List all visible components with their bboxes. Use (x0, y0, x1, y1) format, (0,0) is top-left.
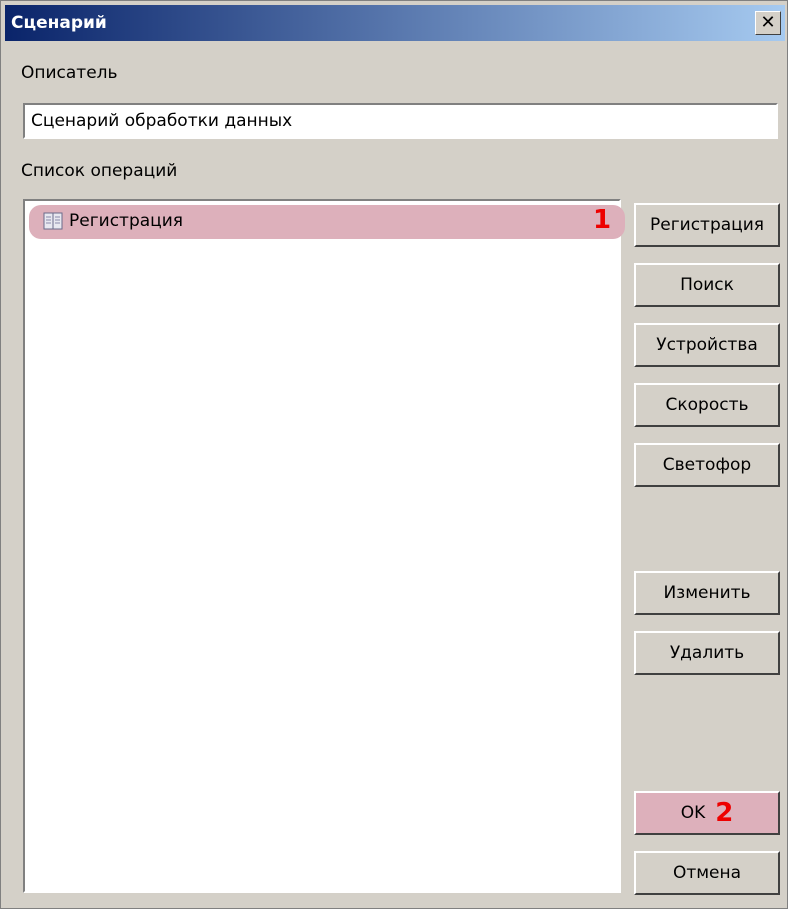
traffic-light-button[interactable]: Светофор (634, 443, 780, 487)
operations-list[interactable]: Регистрация 1 (23, 199, 625, 893)
search-button[interactable]: Поиск (634, 263, 780, 307)
edit-button[interactable]: Изменить (634, 571, 780, 615)
list-item-label: Регистрация (69, 211, 183, 231)
speed-button[interactable]: Скорость (634, 383, 780, 427)
ok-label: OK (680, 803, 706, 823)
title-bar[interactable]: Сценарий ✕ (5, 5, 785, 41)
scenario-dialog: Сценарий ✕ Описатель Список операций Рег… (0, 0, 788, 909)
step-marker-1: 1 (593, 205, 612, 235)
step-marker-2: 2 (715, 798, 734, 828)
delete-button[interactable]: Удалить (634, 631, 780, 675)
close-icon: ✕ (760, 12, 776, 33)
devices-button[interactable]: Устройства (634, 323, 780, 367)
window-title: Сценарий (11, 13, 107, 33)
descriptor-input[interactable] (23, 103, 778, 139)
cancel-button[interactable]: Отмена (634, 851, 780, 895)
operations-label: Список операций (21, 161, 178, 181)
descriptor-label: Описатель (21, 63, 118, 83)
list-item[interactable]: Регистрация 1 (29, 205, 625, 239)
close-button[interactable]: ✕ (755, 11, 781, 35)
registration-icon (43, 212, 63, 230)
registration-button[interactable]: Регистрация (634, 203, 780, 247)
ok-button[interactable]: OK 2 (634, 791, 780, 835)
